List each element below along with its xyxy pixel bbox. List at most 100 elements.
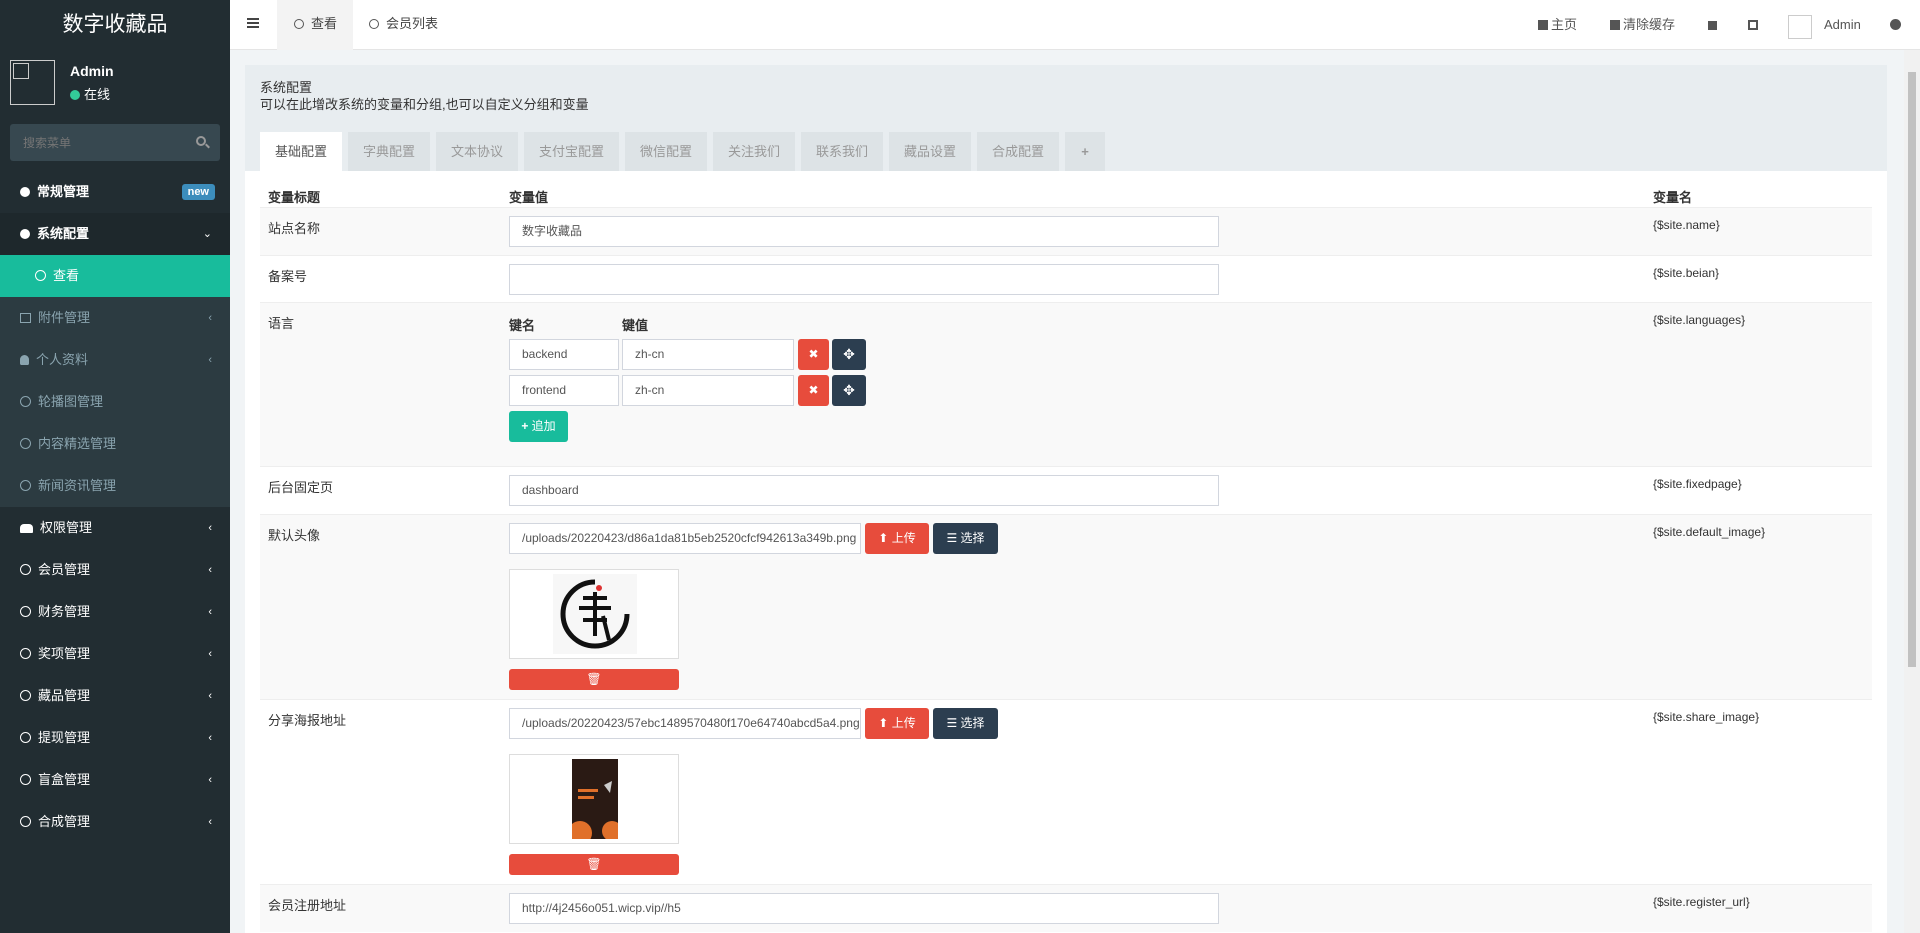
kv-value-header: 键值 (622, 318, 649, 333)
language-value-field[interactable]: zh-cn (622, 375, 794, 406)
app-logo[interactable]: 数字收藏品 (0, 0, 230, 50)
home-link[interactable]: 主页 (1538, 0, 1577, 50)
language-icon (1708, 21, 1717, 30)
upload-icon: ⬆ (878, 716, 889, 730)
chevron-left-icon: ‹ (208, 648, 212, 660)
sidebar-item-label: 系统配置 (37, 226, 90, 241)
choose-button[interactable]: ☰ 选择 (933, 523, 998, 554)
sidebar-item-sysconfig[interactable]: 系统配置 ⌄ (0, 213, 230, 255)
image-preview[interactable] (509, 569, 679, 659)
upload-icon: ⬆ (878, 531, 889, 545)
tab-dictionary[interactable]: 字典配置 (348, 132, 430, 171)
var-name: {$site.default_image} (1653, 525, 1766, 539)
var-name: {$site.beian} (1653, 266, 1720, 280)
circle-icon (20, 774, 31, 785)
circle-icon (20, 606, 31, 617)
sidebar-item-label: 盲盒管理 (38, 772, 91, 787)
choose-button[interactable]: ☰ 选择 (933, 708, 998, 739)
menu-search-input[interactable] (10, 124, 220, 161)
circle-icon (20, 396, 31, 407)
avatar (10, 60, 55, 105)
image-preview[interactable] (509, 754, 679, 844)
chevron-left-icon: ‹ (208, 312, 212, 324)
tab-contact-us[interactable]: 联系我们 (801, 132, 883, 171)
sidebar-item-synthesis[interactable]: 合成管理 ‹ (0, 801, 230, 843)
image-icon (20, 313, 31, 323)
circle-icon (20, 690, 31, 701)
language-key-field[interactable]: backend (509, 339, 619, 370)
beian-field[interactable] (509, 264, 1219, 295)
upload-button[interactable]: ⬆ 上传 (865, 708, 929, 739)
language-toggle[interactable] (1708, 0, 1720, 50)
sidebar-item-finance[interactable]: 财务管理 ‹ (0, 591, 230, 633)
clear-cache-link[interactable]: 清除缓存 (1610, 0, 1675, 50)
circle-icon (20, 480, 31, 491)
sidebar-item-general[interactable]: 常规管理 new (0, 171, 230, 213)
drag-row-handle[interactable]: ✥ (832, 339, 866, 370)
sidebar-item-label: 个人资料 (36, 352, 89, 367)
sidebar-item-attachments[interactable]: 附件管理 ‹ (0, 297, 230, 339)
row-label: 会员注册地址 (268, 898, 347, 913)
col-value-header: 变量值 (509, 190, 549, 205)
drag-row-handle[interactable]: ✥ (832, 375, 866, 406)
tab-basic[interactable]: 基础配置 (260, 132, 342, 172)
gear-icon (20, 229, 30, 239)
tab-view[interactable]: 查看 (277, 0, 354, 50)
append-button[interactable]: + 追加 (509, 411, 568, 442)
tab-wechat[interactable]: 微信配置 (625, 132, 707, 171)
sidebar-item-curation[interactable]: 内容精选管理 (0, 423, 230, 465)
tab-synthesis-config[interactable]: 合成配置 (977, 132, 1059, 171)
sidebar-item-prizes[interactable]: 奖项管理 ‹ (0, 633, 230, 675)
tab-collection-settings[interactable]: 藏品设置 (889, 132, 971, 171)
sidebar-item-label: 藏品管理 (38, 688, 91, 703)
language-value-field[interactable]: zh-cn (622, 339, 794, 370)
choose-label: 选择 (960, 531, 985, 545)
delete-image-button[interactable]: 🗑 (509, 669, 679, 690)
sidebar-item-news[interactable]: 新闻资讯管理 (0, 465, 230, 507)
chevron-left-icon: ‹ (208, 774, 212, 786)
default-image-field[interactable]: /uploads/20220423/d86a1da81b5eb2520cfcf9… (509, 523, 861, 554)
table-row: 会员注册地址 http://4j2456o051.wicp.vip//h5 {$… (260, 884, 1872, 932)
register-url-field[interactable]: http://4j2456o051.wicp.vip//h5 (509, 893, 1219, 924)
new-badge: new (181, 184, 215, 200)
user-status-text: 在线 (84, 87, 111, 102)
close-icon: ✖ (808, 383, 819, 397)
search-icon[interactable] (196, 136, 206, 146)
sidebar-toggle-icon[interactable] (247, 18, 259, 28)
circle-icon (35, 270, 46, 281)
sidebar-item-withdraw[interactable]: 提现管理 ‹ (0, 717, 230, 759)
sidebar-item-auth[interactable]: 权限管理 ‹ (0, 507, 230, 549)
sidebar-item-blindbox[interactable]: 盲盒管理 ‹ (0, 759, 230, 801)
row-label: 分享海报地址 (268, 713, 347, 728)
tab-follow-us[interactable]: 关注我们 (713, 132, 795, 171)
sidebar-item-profile[interactable]: 个人资料 ‹ (0, 339, 230, 381)
remove-row-button[interactable]: ✖ (798, 339, 829, 370)
circle-icon (20, 732, 31, 743)
sidebar-item-members[interactable]: 会员管理 ‹ (0, 549, 230, 591)
delete-image-button[interactable]: 🗑 (509, 854, 679, 875)
avatar[interactable] (1788, 15, 1812, 39)
fixedpage-field[interactable]: dashboard (509, 475, 1219, 506)
share-image-field[interactable]: /uploads/20220423/57ebc1489570480f170e64… (509, 708, 861, 739)
tab-alipay[interactable]: 支付宝配置 (524, 132, 619, 171)
home-label: 主页 (1551, 17, 1578, 32)
sidebar-item-view[interactable]: 查看 (0, 255, 230, 297)
control-sidebar-toggle[interactable] (1890, 0, 1904, 50)
tab-members[interactable]: 会员列表 (352, 0, 454, 50)
menu-search (10, 124, 220, 161)
fullscreen-toggle[interactable] (1748, 0, 1761, 50)
upload-button[interactable]: ⬆ 上传 (865, 523, 929, 554)
admin-menu[interactable]: Admin (1824, 0, 1861, 50)
sidebar-item-collections[interactable]: 藏品管理 ‹ (0, 675, 230, 717)
language-key-field[interactable]: frontend (509, 375, 619, 406)
tab-text-agreement[interactable]: 文本协议 (436, 132, 518, 171)
sidebar-item-carousel[interactable]: 轮播图管理 (0, 381, 230, 423)
trash-icon (1610, 20, 1620, 30)
scrollbar-thumb[interactable] (1908, 72, 1916, 667)
remove-row-button[interactable]: ✖ (798, 375, 829, 406)
scrollbar[interactable] (1904, 50, 1920, 933)
user-name: Admin (70, 63, 114, 79)
site-name-field[interactable]: 数字收藏品 (509, 216, 1219, 247)
add-group-button[interactable]: + (1065, 132, 1105, 171)
var-name: {$site.share_image} (1653, 710, 1760, 724)
